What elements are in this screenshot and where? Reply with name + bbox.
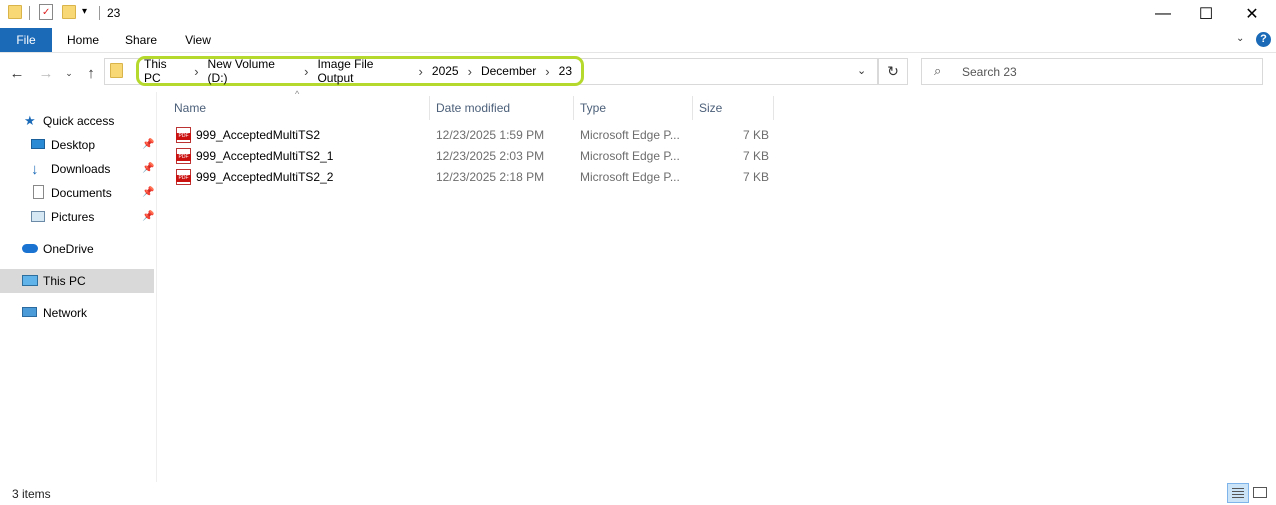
sidebar-item-label: Network	[43, 306, 88, 320]
pin-icon[interactable]: 📌	[142, 163, 154, 174]
computer-icon	[22, 275, 38, 286]
sidebar-item-network[interactable]: Network	[0, 301, 154, 325]
large-icons-view-button[interactable]	[1250, 483, 1272, 503]
folder-icon	[8, 5, 22, 19]
file-size: 7 KB	[743, 149, 770, 163]
divider	[99, 6, 100, 20]
forward-button[interactable]: →	[35, 62, 57, 84]
cloud-icon	[22, 244, 38, 253]
details-view-button[interactable]	[1227, 483, 1249, 503]
new-folder-icon[interactable]	[62, 5, 76, 19]
sidebar-item-desktop[interactable]: Desktop 📌	[0, 133, 154, 157]
recent-locations-icon[interactable]: ⌄	[60, 62, 78, 84]
file-size: 7 KB	[743, 128, 770, 142]
file-date: 12/23/2025 2:18 PM	[436, 170, 545, 184]
sidebar-item-this-pc[interactable]: This PC	[0, 269, 154, 293]
expand-ribbon-icon[interactable]: ⌄	[1236, 33, 1244, 44]
sidebar-item-label: Documents	[51, 186, 112, 200]
breadcrumb-december[interactable]: December	[481, 64, 536, 78]
file-name: 999_AcceptedMultiTS2_2	[196, 170, 334, 184]
divider	[29, 6, 30, 20]
file-type: Microsoft Edge P...	[580, 128, 680, 142]
tab-home[interactable]: Home	[58, 28, 108, 52]
chevron-right-icon[interactable]: ›	[304, 64, 308, 79]
folder-icon	[110, 63, 123, 78]
file-name: 999_AcceptedMultiTS2	[196, 128, 321, 142]
star-icon: ★	[24, 113, 36, 128]
tab-view[interactable]: View	[173, 28, 223, 52]
pane-divider[interactable]	[156, 92, 157, 482]
sidebar-item-label: OneDrive	[43, 242, 94, 256]
column-header-date[interactable]: Date modified	[430, 96, 574, 120]
column-header-type[interactable]: Type	[574, 96, 693, 120]
help-icon[interactable]: ?	[1256, 32, 1271, 47]
breadcrumb-23[interactable]: 23	[559, 64, 572, 78]
sidebar-item-quick-access[interactable]: ★ Quick access	[0, 109, 154, 133]
minimize-button[interactable]: —	[1140, 0, 1186, 28]
sidebar-item-label: Pictures	[51, 210, 95, 224]
file-row[interactable]: 999_AcceptedMultiTS2_2 12/23/2025 2:18 P…	[170, 167, 776, 188]
file-row[interactable]: 999_AcceptedMultiTS2_1 12/23/2025 2:03 P…	[170, 146, 776, 167]
sidebar-item-onedrive[interactable]: OneDrive	[0, 237, 154, 261]
window-title: 23	[107, 6, 121, 20]
close-button[interactable]: ✕	[1229, 0, 1275, 28]
sidebar-item-documents[interactable]: Documents 📌	[0, 181, 154, 205]
desktop-icon	[31, 139, 45, 149]
search-placeholder: Search 23	[962, 65, 1017, 79]
sidebar-item-label: Desktop	[51, 138, 96, 152]
download-icon: ↓	[31, 160, 39, 178]
file-type: Microsoft Edge P...	[580, 170, 680, 184]
sidebar-item-label: Quick access	[43, 114, 115, 128]
pictures-icon	[31, 211, 45, 222]
chevron-right-icon[interactable]: ›	[545, 64, 549, 79]
breadcrumb-2025[interactable]: 2025	[432, 64, 459, 78]
pin-icon[interactable]: 📌	[142, 187, 154, 198]
maximize-button[interactable]: ☐	[1183, 0, 1229, 28]
tab-file[interactable]: File	[0, 28, 52, 52]
pdf-file-icon	[176, 127, 191, 143]
sidebar-item-pictures[interactable]: Pictures 📌	[0, 205, 154, 229]
file-size: 7 KB	[743, 170, 770, 184]
properties-icon[interactable]: ✓	[39, 4, 53, 20]
breadcrumb-new-volume[interactable]: New Volume (D:)	[208, 57, 296, 85]
pdf-file-icon	[176, 148, 191, 164]
search-icon: ⌕	[934, 63, 942, 78]
chevron-right-icon[interactable]: ›	[419, 64, 423, 79]
title-bar	[0, 0, 1276, 28]
pin-icon[interactable]: 📌	[142, 211, 154, 222]
documents-icon	[33, 185, 44, 199]
pin-icon[interactable]: 📌	[142, 139, 154, 150]
status-item-count: 3 items	[12, 487, 51, 501]
file-name: 999_AcceptedMultiTS2_1	[196, 149, 334, 163]
sidebar-item-label: This PC	[43, 274, 86, 288]
customize-toolbar-icon[interactable]: ▾	[82, 6, 87, 17]
breadcrumb: This PC › New Volume (D:) › Image File O…	[136, 56, 584, 86]
file-type: Microsoft Edge P...	[580, 149, 680, 163]
back-button[interactable]: ←	[6, 62, 28, 84]
sidebar-item-label: Downloads	[51, 162, 111, 176]
address-dropdown-icon[interactable]: ⌄	[857, 64, 866, 77]
file-date: 12/23/2025 1:59 PM	[436, 128, 545, 142]
column-header-size[interactable]: Size	[693, 96, 774, 120]
network-icon	[22, 307, 37, 317]
tab-share[interactable]: Share	[116, 28, 166, 52]
file-row[interactable]: 999_AcceptedMultiTS2 12/23/2025 1:59 PM …	[170, 125, 776, 146]
breadcrumb-image-file-output[interactable]: Image File Output	[317, 57, 409, 85]
file-date: 12/23/2025 2:03 PM	[436, 149, 545, 163]
up-button[interactable]: ↑	[80, 62, 102, 84]
refresh-button[interactable]: ↻	[878, 58, 908, 85]
sidebar-item-downloads[interactable]: ↓ Downloads 📌	[0, 157, 154, 181]
pdf-file-icon	[176, 169, 191, 185]
chevron-right-icon[interactable]: ›	[468, 64, 472, 79]
chevron-right-icon[interactable]: ›	[194, 64, 198, 79]
breadcrumb-this-pc[interactable]: This PC	[144, 57, 185, 85]
column-header-name[interactable]: Name	[168, 96, 430, 120]
